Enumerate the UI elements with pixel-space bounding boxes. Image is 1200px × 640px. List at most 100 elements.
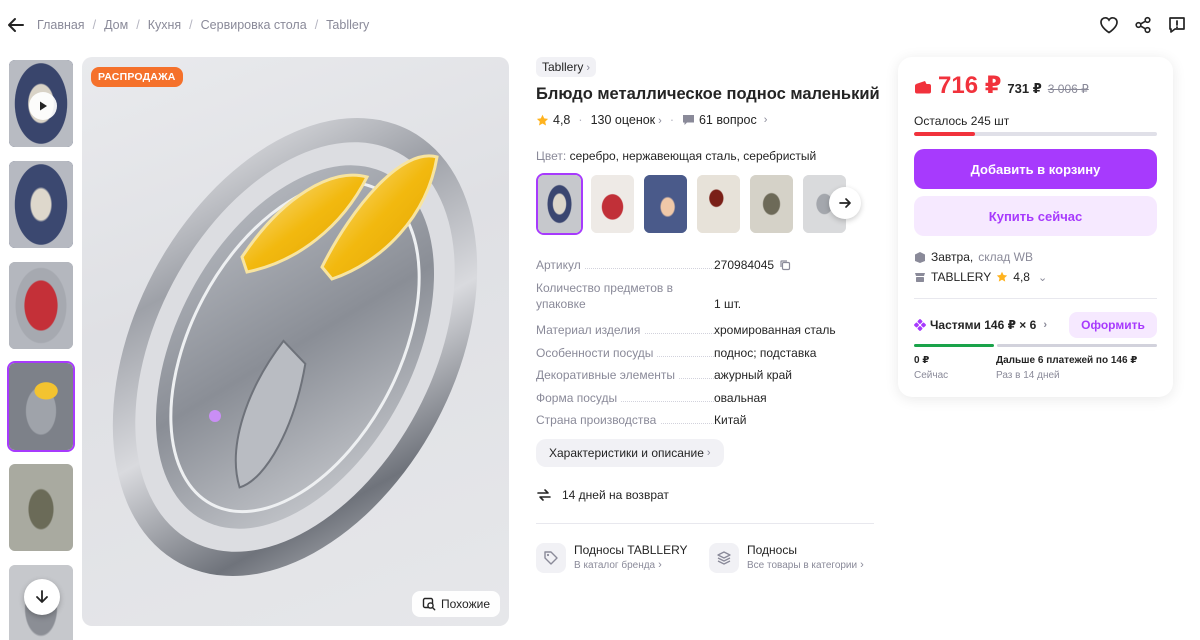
color-swatch[interactable] (695, 173, 742, 235)
installment-progress-remaining (997, 344, 1157, 347)
thumbnail-image[interactable] (7, 260, 75, 351)
swatches-next-button[interactable] (829, 187, 861, 219)
chevron-right-icon: › (1043, 319, 1047, 331)
spec-value-row: 270984045 (714, 257, 791, 273)
pay-later-label: Раз в 14 дней (996, 370, 1060, 381)
rating-value: 4,8 (553, 113, 571, 127)
category-link[interactable]: Подносы Все товары в категории › (709, 543, 864, 573)
buy-now-button[interactable]: Купить сейчас (914, 196, 1157, 236)
spec-row: Материал изделия хромированная сталь (536, 322, 876, 345)
thumbnail-video[interactable] (7, 58, 75, 149)
heart-icon[interactable] (1098, 14, 1120, 36)
spec-value: поднос; подставка (714, 345, 817, 360)
divider (914, 298, 1157, 299)
similar-button[interactable]: Похожие (412, 591, 500, 617)
pay-now-block: 0 ₽ Сейчас (914, 355, 948, 381)
spec-row: Страна производства Китай (536, 412, 876, 435)
stock-text: Осталось 245 шт (914, 114, 1010, 128)
pay-now-amount: 0 ₽ (914, 355, 930, 366)
old-price: 3 006 ₽ (1047, 82, 1089, 96)
color-row: Цвет: серебро, нержавеющая сталь, серебр… (536, 149, 816, 163)
buy-panel: 716 ₽ 731 ₽ 3 006 ₽ Осталось 245 шт Доба… (898, 57, 1173, 397)
chevron-right-icon: › (658, 559, 662, 571)
installments-link[interactable]: Частями 146 ₽ × 6 › (914, 318, 1047, 332)
copy-icon[interactable] (779, 259, 791, 271)
rating-row: 4,8 · 130 оценок › · 61 вопрос › (536, 113, 767, 127)
color-swatch-selected[interactable] (536, 173, 583, 235)
breadcrumb-separator: / (189, 18, 193, 32)
spec-row: Декоративные элементы ажурный край (536, 367, 876, 390)
breadcrumb-separator: / (136, 18, 140, 32)
report-icon[interactable] (1166, 14, 1188, 36)
brand-name: Tabllery (542, 60, 584, 74)
delivery-warehouse: склад WB (978, 250, 1033, 264)
play-icon[interactable] (29, 92, 57, 120)
color-swatches (536, 173, 848, 235)
breadcrumb-separator: / (92, 18, 97, 32)
pay-later-block: Дальше 6 платежей по 146 ₽ Раз в 14 дней (996, 355, 1137, 381)
spec-value: ажурный край (714, 368, 792, 382)
category-sub: Все товары в категории (747, 560, 858, 571)
color-swatch[interactable] (748, 173, 795, 235)
reviews-link[interactable]: 130 оценок › (591, 113, 662, 127)
stock-progress (914, 132, 1157, 136)
seller-name: TABLLERY (931, 270, 992, 284)
spec-key: Форма посуды (536, 390, 622, 405)
breadcrumb-item[interactable]: Кухня (148, 18, 181, 32)
breadcrumb-item[interactable]: Сервировка стола (201, 18, 307, 32)
spec-value: 1 шт. (714, 297, 742, 311)
color-swatch[interactable] (642, 173, 689, 235)
stock-progress-fill (914, 132, 975, 136)
seller-link[interactable]: TABLLERY 4,8 ⌄ (914, 270, 1047, 284)
return-policy: 14 дней на возврат (536, 487, 669, 503)
installments-text: Частями 146 ₽ × 6 (930, 318, 1037, 332)
delivery-day: Завтра, (931, 250, 974, 264)
search-similar-icon (422, 597, 436, 611)
product-photo (112, 118, 478, 576)
brand-catalog-link[interactable]: Подносы TABLLERY В каталог бренда › (536, 543, 688, 573)
breadcrumb: Главная / Дом / Кухня / Сервировка стола / T… (37, 18, 369, 32)
spec-row: Количество предметов в упаковке 1 шт. (536, 280, 876, 320)
brand-link[interactable]: Tabllery › (536, 57, 597, 77)
arrow-down-icon (36, 590, 48, 603)
delivery-info: Завтра, склад WB (914, 250, 1033, 264)
questions-link[interactable]: 61 вопрос › (682, 113, 767, 127)
installments-icon (914, 319, 926, 331)
back-arrow-icon[interactable] (6, 15, 26, 35)
characteristics-button[interactable]: Характеристики и описание › (536, 439, 724, 467)
main-product-image[interactable]: РАСПРОДАЖА Похожие (82, 57, 509, 626)
spec-value: овальная (714, 390, 767, 405)
breadcrumb-item[interactable]: Дом (104, 18, 128, 32)
separator-dot: · (669, 113, 674, 127)
breadcrumb-item[interactable]: Главная (37, 18, 85, 32)
add-to-cart-button[interactable]: Добавить в корзину (914, 149, 1157, 189)
breadcrumb-item[interactable]: Tabllery (326, 18, 369, 32)
spec-key: Декоративные элементы (536, 368, 679, 382)
tag-icon (536, 543, 566, 573)
separator-dot: · (578, 113, 583, 127)
scroll-down-button[interactable] (24, 579, 60, 615)
shop-icon (915, 273, 925, 282)
chevron-right-icon: › (763, 114, 768, 126)
thumbnail-image[interactable] (7, 462, 75, 553)
chevron-right-icon: › (706, 447, 711, 459)
spec-row: Артикул 270984045 (536, 257, 876, 279)
pay-later-amount: Дальше 6 платежей по 146 ₽ (996, 355, 1138, 366)
brand-catalog-title: Подносы TABLLERY (574, 543, 688, 557)
installments-button[interactable]: Оформить (1069, 312, 1157, 338)
spec-key: Количество предметов в упаковке (536, 281, 674, 311)
color-swatch[interactable] (589, 173, 636, 235)
thumbnail-image-selected[interactable] (7, 361, 75, 452)
wallet-icon (915, 81, 931, 94)
arrow-right-icon (839, 198, 851, 208)
star-icon (997, 271, 1008, 282)
share-icon[interactable] (1132, 14, 1154, 36)
chat-icon (682, 115, 694, 125)
chevron-down-icon: ⌄ (1037, 271, 1048, 284)
chevron-right-icon: › (860, 559, 864, 571)
thumbnail-image[interactable] (7, 159, 75, 250)
price-row: 716 ₽ 731 ₽ 3 006 ₽ (914, 71, 1089, 100)
spec-value: хромированная сталь (714, 323, 836, 337)
spec-value: Китай (714, 413, 747, 427)
spec-key: Артикул (536, 258, 585, 272)
